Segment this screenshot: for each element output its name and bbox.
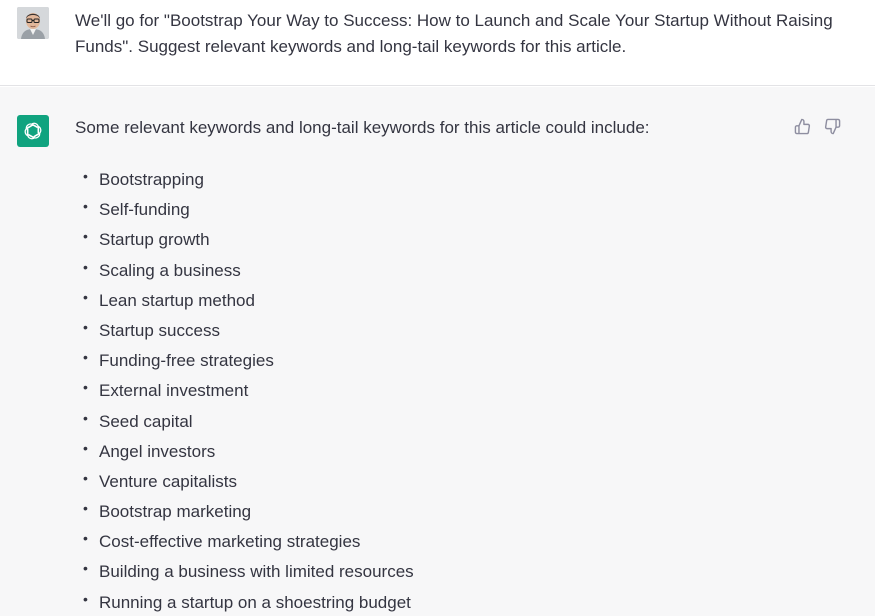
list-item: • Lean startup method [83, 288, 255, 310]
list-item: • Scaling a business [83, 258, 241, 280]
user-avatar [17, 7, 49, 39]
keyword-text: Building a business with limited resourc… [99, 562, 414, 582]
list-item: • Funding-free strategies [83, 349, 274, 371]
list-item: • Self-funding [83, 198, 190, 220]
keyword-text: Cost-effective marketing strategies [99, 532, 361, 552]
list-item: • Seed capital [83, 409, 193, 431]
user-message-text: We'll go for "Bootstrap Your Way to Succ… [75, 11, 833, 56]
openai-logo-icon [17, 115, 49, 147]
keyword-text: Angel investors [99, 441, 216, 461]
thumbs-down-icon[interactable] [823, 117, 841, 135]
thumbs-up-icon[interactable] [793, 117, 811, 135]
list-item: • Bootstrapping [83, 168, 204, 189]
list-item: • Running a startup on a shoestring budge… [83, 590, 411, 612]
list-item: • External investment [83, 379, 249, 401]
user-message: We'll go for "Bootstrap Your Way to Succ… [0, 0, 875, 86]
list-item: • Cost-effective marketing strategies [83, 530, 361, 552]
keyword-text: Seed capital [99, 411, 193, 431]
keyword-list: • Bootstrapping • Self-funding • Startup gr… [80, 167, 414, 616]
list-item: • Venture capitalists [83, 469, 237, 491]
assistant-message: Some relevant keywords and long-tail key… [0, 87, 875, 616]
list-item: • Startup growth [83, 228, 210, 250]
keyword-text: External investment [99, 381, 249, 401]
keyword-text: Venture capitalists [99, 471, 237, 491]
assistant-intro-text: Some relevant keywords and long-tail key… [75, 118, 650, 137]
keyword-text: Bootstrap marketing [99, 502, 252, 522]
keyword-text: Running a startup on a shoestring budget [99, 592, 411, 612]
keyword-text: Bootstrapping [99, 170, 204, 189]
keyword-text: Startup success [99, 320, 220, 340]
list-item: • Angel investors [83, 439, 216, 461]
list-item: • Building a business with limited resour… [83, 560, 414, 582]
keyword-text: Scaling a business [99, 260, 241, 280]
keyword-text: Funding-free strategies [99, 351, 274, 371]
list-item: • Startup success [83, 318, 220, 340]
keyword-text: Self-funding [99, 200, 190, 220]
list-item: • Bootstrap marketing [83, 500, 252, 522]
keyword-text: Startup growth [99, 230, 210, 250]
keyword-text: Lean startup method [99, 290, 255, 310]
